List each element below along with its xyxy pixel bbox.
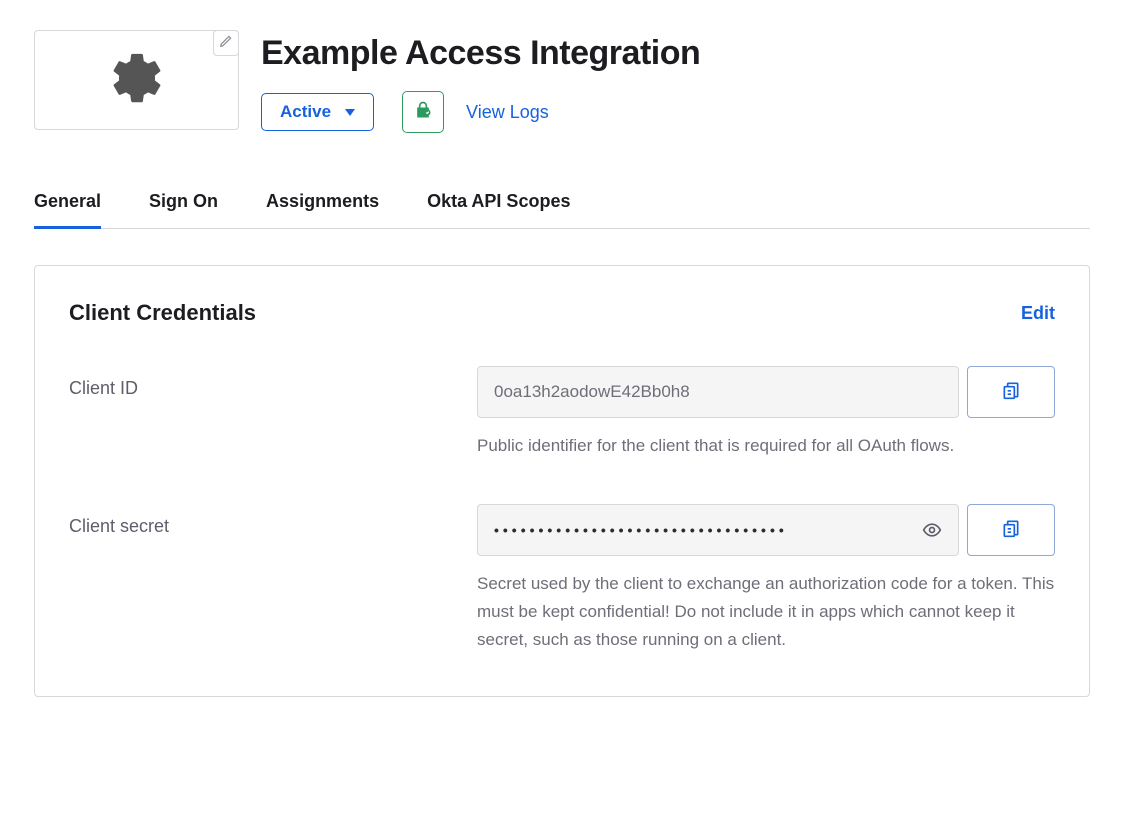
client-secret-field[interactable]: ••••••••••••••••••••••••••••••••• [477,504,959,556]
client-secret-masked: ••••••••••••••••••••••••••••••••• [494,522,788,538]
client-id-label: Client ID [69,366,477,399]
client-id-field[interactable]: 0oa13h2aodowE42Bb0h8 [477,366,959,418]
reveal-secret-button[interactable] [922,520,942,540]
status-dropdown[interactable]: Active [261,93,374,131]
policy-indicator[interactable] [402,91,444,133]
gear-icon [108,49,166,112]
edit-logo-button[interactable] [213,30,239,56]
copy-client-id-button[interactable] [967,366,1055,418]
pencil-icon [219,34,233,53]
clipboard-icon [1001,380,1021,405]
client-secret-label: Client secret [69,504,477,537]
tab-okta-api-scopes[interactable]: Okta API Scopes [427,191,570,229]
tab-general[interactable]: General [34,191,101,229]
caret-down-icon [345,109,355,116]
view-logs-link[interactable]: View Logs [466,102,549,123]
client-id-value: 0oa13h2aodowE42Bb0h8 [494,382,690,402]
status-label: Active [280,102,331,122]
eye-icon [922,520,942,540]
tab-sign-on[interactable]: Sign On [149,191,218,229]
client-secret-hint: Secret used by the client to exchange an… [477,570,1055,654]
edit-credentials-button[interactable]: Edit [1021,303,1055,324]
tabs: General Sign On Assignments Okta API Sco… [34,191,1090,229]
page-title: Example Access Integration [261,34,1090,73]
client-id-hint: Public identifier for the client that is… [477,432,1055,460]
section-title: Client Credentials [69,300,256,326]
clipboard-icon [1001,518,1021,543]
copy-client-secret-button[interactable] [967,504,1055,556]
app-logo-card [34,30,239,130]
lock-icon [413,100,433,125]
tab-assignments[interactable]: Assignments [266,191,379,229]
client-credentials-panel: Client Credentials Edit Client ID 0oa13h… [34,265,1090,697]
